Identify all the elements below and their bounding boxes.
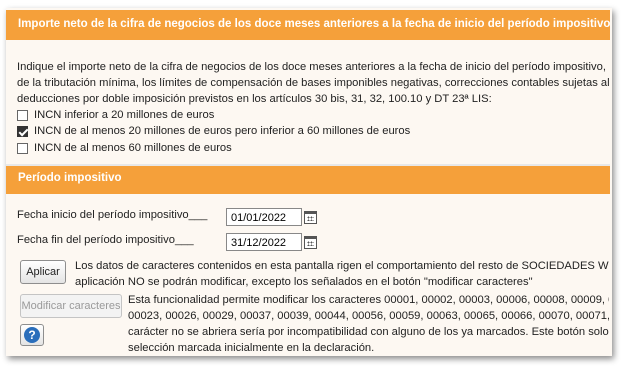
calendar-icon[interactable] — [304, 236, 317, 249]
section-header-periodo: Período impositivo — [6, 164, 610, 194]
option-incn-60-or-more[interactable]: INCN de al menos 60 millones de euros — [17, 140, 232, 156]
option-incn-below-20[interactable]: INCN inferior a 20 millones de euros — [17, 107, 214, 123]
start-date-input[interactable] — [226, 208, 302, 226]
modify-description-line: 00023, 00026, 00029, 00037, 00039, 00044… — [128, 310, 609, 322]
incn-description: Indique el importe neto de la cifra de n… — [17, 59, 609, 107]
modify-description-line: carácter no se abriera sería por incompa… — [128, 326, 609, 338]
modify-description: Esta funcionalidad permite modificar los… — [128, 292, 609, 356]
section-header-incn: Importe neto de la cifra de negocios de … — [6, 10, 610, 40]
apply-button[interactable]: Aplicar — [20, 260, 66, 284]
calendar-icon[interactable] — [304, 211, 317, 224]
checkbox-checked[interactable] — [17, 125, 28, 137]
end-date-label: Fecha fin del período impositivo___ — [17, 234, 194, 246]
checkbox[interactable] — [17, 142, 28, 154]
modify-description-line: Esta funcionalidad permite modificar los… — [128, 294, 609, 306]
option-label: INCN de al menos 20 millones de euros pe… — [34, 125, 411, 137]
checkbox[interactable] — [17, 109, 28, 121]
incn-description-line: deducciones por doble imposición previst… — [17, 93, 492, 105]
apply-description-line: Los datos de caracteres contenidos en es… — [75, 260, 609, 272]
option-label: INCN inferior a 20 millones de euros — [34, 109, 215, 121]
option-label: INCN de al menos 60 millones de euros — [34, 142, 232, 154]
help-button[interactable]: ? — [20, 324, 44, 346]
apply-description-line: aplicación NO se podrán modificar, excep… — [75, 276, 533, 288]
option-incn-20-to-60[interactable]: INCN de al menos 20 millones de euros pe… — [17, 123, 410, 139]
start-date-label: Fecha inicio del período impositivo___ — [17, 209, 208, 221]
incn-description-line: Indique el importe neto de la cifra de n… — [17, 61, 609, 73]
modify-description-line: selección marcada inicialmente en la dec… — [128, 342, 375, 354]
apply-description: Los datos de caracteres contenidos en es… — [75, 258, 609, 290]
help-icon: ? — [24, 327, 40, 343]
modify-characters-button[interactable]: Modificar caracteres — [20, 294, 122, 318]
incn-description-line: de la tributación mínima, los límites de… — [17, 77, 609, 89]
end-date-input[interactable] — [226, 233, 302, 251]
